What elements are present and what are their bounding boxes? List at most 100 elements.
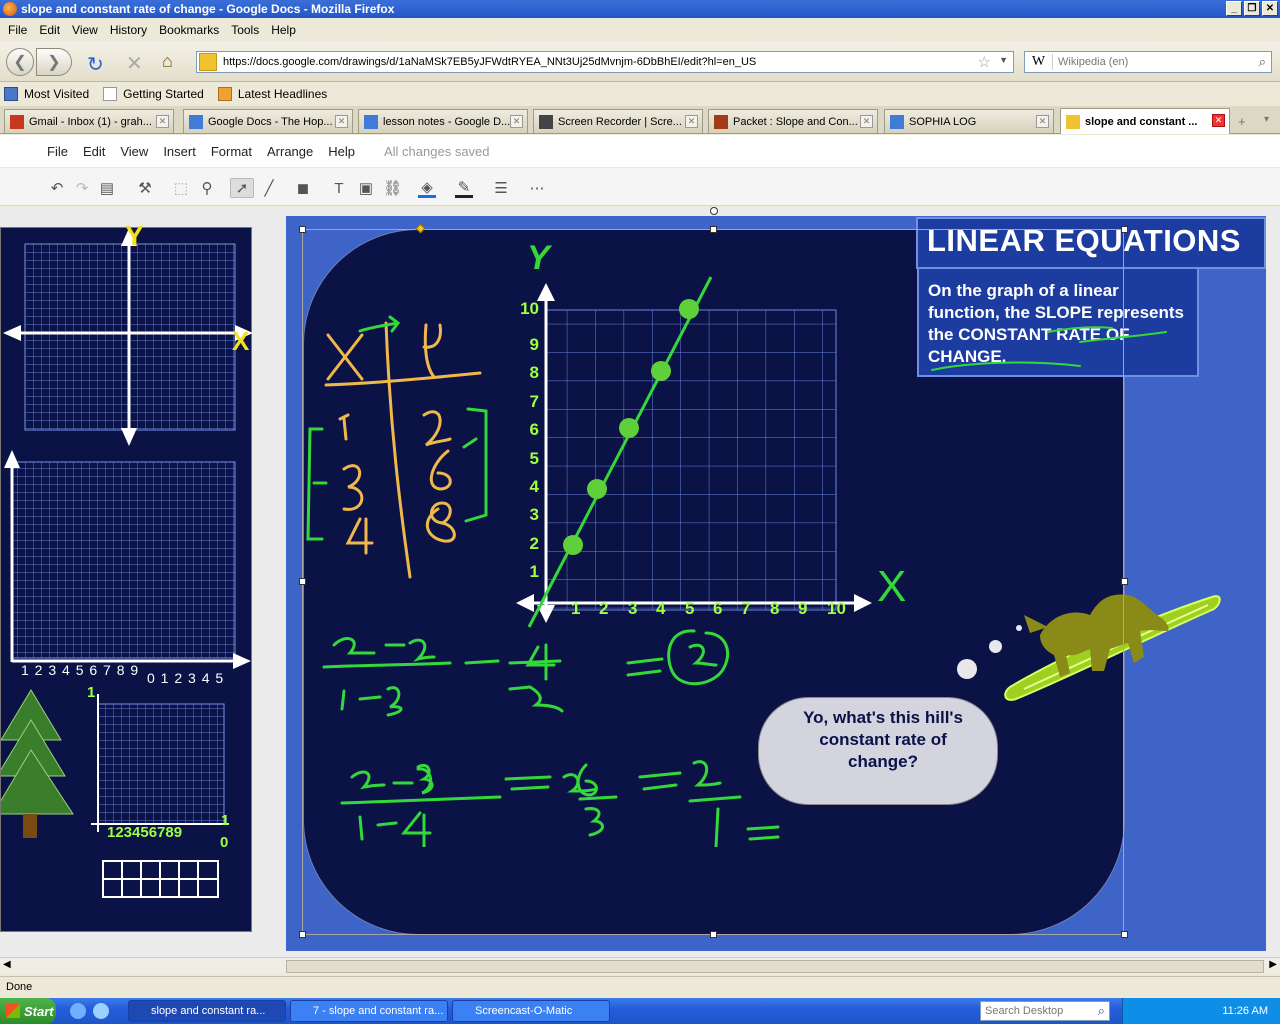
rotate-handle[interactable] bbox=[710, 207, 718, 215]
close-tab-icon[interactable]: ✕ bbox=[335, 115, 348, 128]
status-text: Done bbox=[6, 980, 33, 993]
task-firefox[interactable]: slope and constant ra... bbox=[128, 1000, 286, 1022]
resize-handle-w[interactable] bbox=[299, 578, 306, 585]
slide-title: LINEAR EQUATIONS bbox=[927, 223, 1241, 258]
star-icon[interactable]: ☆ bbox=[978, 53, 991, 71]
drawing-canvas[interactable]: Y X 1 2 3 4 5 6 7 8 9 0 1 2 3 4 5 1 1234… bbox=[0, 207, 1280, 957]
menu-tools[interactable]: Tools bbox=[231, 23, 259, 37]
menu-file[interactable]: File bbox=[8, 23, 27, 37]
docs-menu-insert[interactable]: Insert bbox=[163, 144, 196, 159]
search-icon[interactable]: ⌕ bbox=[1259, 54, 1266, 70]
close-tab-icon[interactable]: ✕ bbox=[510, 115, 523, 128]
close-tab-icon[interactable]: ✕ bbox=[1212, 114, 1225, 127]
redo-icon[interactable]: ↷ bbox=[73, 178, 91, 198]
resize-handle-ne[interactable] bbox=[1121, 226, 1128, 233]
task-slope-doc[interactable]: 7 - slope and constant ra... bbox=[290, 1000, 448, 1022]
line-tool-icon[interactable]: ╱ bbox=[260, 178, 278, 198]
horizontal-scrollbar[interactable]: ◀ ▶ bbox=[0, 957, 1280, 974]
close-tab-icon[interactable]: ✕ bbox=[1036, 115, 1049, 128]
bookmark-getting-started[interactable]: Getting Started bbox=[103, 86, 204, 101]
search-bar[interactable]: W Wikipedia (en) ⌕ bbox=[1024, 51, 1272, 73]
tab-list-icon[interactable]: ▾ bbox=[1264, 114, 1269, 125]
tab-screen-recorder[interactable]: Screen Recorder | Scre... ✕ bbox=[533, 109, 703, 133]
address-bar[interactable]: https://docs.google.com/drawings/d/1aNaM… bbox=[196, 51, 1014, 73]
select-tool-icon[interactable]: ➚ bbox=[230, 178, 254, 198]
resize-handle-s[interactable] bbox=[710, 931, 717, 938]
text-underline-marks bbox=[931, 326, 1167, 371]
resize-handle-se[interactable] bbox=[1121, 931, 1128, 938]
forward-button[interactable]: ❯ bbox=[36, 48, 72, 76]
tab-label: slope and constant ... bbox=[1085, 115, 1198, 128]
menu-help[interactable]: Help bbox=[271, 23, 296, 37]
menu-edit[interactable]: Edit bbox=[39, 23, 60, 37]
task-label: 7 - slope and constant ra... bbox=[313, 1005, 444, 1017]
scroll-thumb[interactable] bbox=[286, 960, 1264, 973]
line-weight-icon[interactable]: ☰ bbox=[492, 178, 510, 198]
bookmark-latest-headlines[interactable]: Latest Headlines bbox=[217, 86, 327, 101]
zoom-icon[interactable]: ⚲ bbox=[198, 178, 216, 198]
start-button[interactable]: Start bbox=[0, 998, 56, 1024]
dinosaur-snowboard-image[interactable] bbox=[1000, 557, 1230, 707]
docs-menu-file[interactable]: File bbox=[47, 144, 68, 159]
desktop-search-input[interactable]: Search Desktop ⌕ bbox=[980, 1001, 1110, 1021]
tab-google-docs-hop[interactable]: Google Docs - The Hop... ✕ bbox=[183, 109, 353, 133]
link-icon[interactable]: ⛓ bbox=[383, 178, 402, 198]
line-color-icon[interactable]: ✎ bbox=[455, 178, 473, 198]
close-tab-icon[interactable]: ✕ bbox=[156, 115, 169, 128]
close-tab-icon[interactable]: ✕ bbox=[860, 115, 873, 128]
tab-sophia-log[interactable]: SOPHIA LOG ✕ bbox=[884, 109, 1054, 133]
url-dropdown-icon[interactable]: ▼ bbox=[999, 55, 1008, 65]
textbox-tool-icon[interactable]: T bbox=[330, 178, 348, 198]
wikipedia-icon[interactable]: W bbox=[1025, 54, 1053, 70]
paste-icon[interactable]: ▤ bbox=[98, 178, 116, 198]
new-tab-icon[interactable]: + bbox=[1238, 114, 1246, 129]
menu-history[interactable]: History bbox=[110, 23, 147, 37]
docs-icon bbox=[364, 114, 378, 129]
line-dash-icon[interactable]: ⋯ bbox=[528, 178, 546, 198]
image-tool-icon[interactable]: ▣ bbox=[357, 178, 375, 198]
close-button[interactable]: ✕ bbox=[1262, 1, 1278, 16]
menu-view[interactable]: View bbox=[72, 23, 98, 37]
resize-handle-e[interactable] bbox=[1121, 578, 1128, 585]
bookmark-most-visited[interactable]: Most Visited bbox=[4, 86, 89, 101]
tab-packet[interactable]: Packet : Slope and Con... ✕ bbox=[708, 109, 878, 133]
tab-gmail[interactable]: Gmail - Inbox (1) - grah... ✕ bbox=[4, 109, 174, 133]
handwritten-annotations bbox=[306, 315, 780, 847]
task-screencast[interactable]: Screencast-O-Matic bbox=[452, 1000, 610, 1022]
docs-menu-arrange[interactable]: Arrange bbox=[267, 144, 313, 159]
reload-icon[interactable]: ↻ bbox=[87, 52, 104, 77]
undo-icon[interactable]: ↶ bbox=[48, 178, 66, 198]
window-title-bar: slope and constant rate of change - Goog… bbox=[0, 0, 1280, 18]
minimize-button[interactable]: _ bbox=[1226, 1, 1242, 16]
scroll-right-icon[interactable]: ▶ bbox=[1269, 959, 1277, 970]
close-tab-icon[interactable]: ✕ bbox=[685, 115, 698, 128]
tab-label: Screen Recorder | Scre... bbox=[558, 115, 682, 128]
resize-handle-n[interactable] bbox=[710, 226, 717, 233]
zoom-fit-icon[interactable]: ⬚ bbox=[172, 178, 190, 198]
docs-menu-format[interactable]: Format bbox=[211, 144, 252, 159]
left-template-panel[interactable]: Y X 1 2 3 4 5 6 7 8 9 0 1 2 3 4 5 1 1234… bbox=[0, 220, 253, 932]
scroll-left-icon[interactable]: ◀ bbox=[3, 959, 11, 970]
tab-slope-active[interactable]: slope and constant ... ✕ bbox=[1060, 108, 1230, 134]
docs-menu-edit[interactable]: Edit bbox=[83, 144, 105, 159]
shape-tool-icon[interactable]: ◼ bbox=[294, 178, 312, 198]
tab-lesson-notes[interactable]: lesson notes - Google D... ✕ bbox=[358, 109, 528, 133]
thought-dot-medium bbox=[989, 640, 1002, 653]
docs-menu-view[interactable]: View bbox=[120, 144, 148, 159]
small-grid-top-label: 1 bbox=[87, 684, 96, 701]
back-button[interactable]: ❮ bbox=[6, 48, 34, 76]
paint-format-icon[interactable]: ⚒ bbox=[136, 178, 154, 198]
menu-bookmarks[interactable]: Bookmarks bbox=[159, 23, 219, 37]
home-icon[interactable]: ⌂ bbox=[162, 51, 173, 72]
ie-quicklaunch-icon[interactable] bbox=[70, 1003, 86, 1019]
docs-menu-help[interactable]: Help bbox=[328, 144, 355, 159]
stop-icon[interactable]: ✕ bbox=[126, 51, 143, 76]
url-text[interactable]: https://docs.google.com/drawings/d/1aNaM… bbox=[223, 56, 756, 68]
resize-handle-nw[interactable] bbox=[299, 226, 306, 233]
quicklaunch-icon[interactable] bbox=[93, 1003, 109, 1019]
search-placeholder[interactable]: Wikipedia (en) bbox=[1058, 56, 1128, 68]
fill-color-icon[interactable]: ◈ bbox=[418, 178, 436, 198]
restore-button[interactable]: ❐ bbox=[1244, 1, 1260, 16]
desktop-search-icon[interactable]: ⌕ bbox=[1098, 1003, 1105, 1019]
resize-handle-sw[interactable] bbox=[299, 931, 306, 938]
